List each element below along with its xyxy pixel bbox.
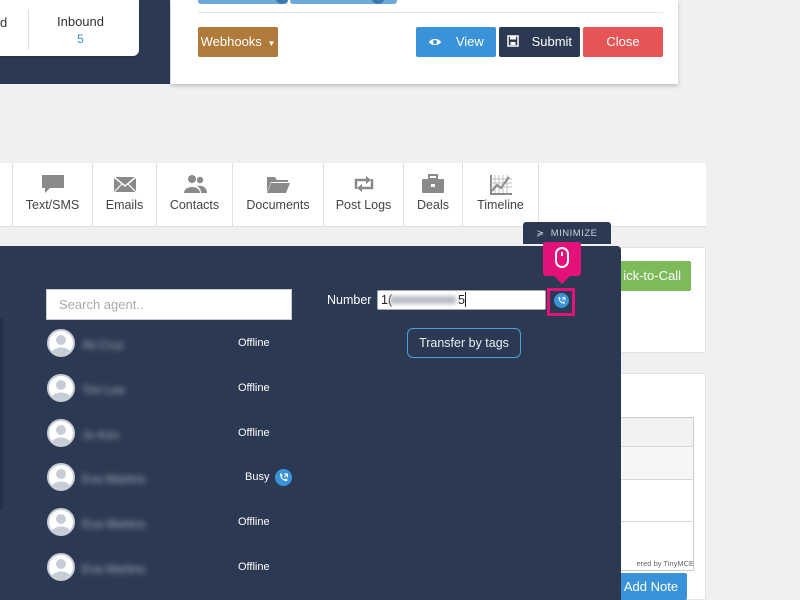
tab-label: Contacts [169, 198, 220, 212]
panel-divider [198, 12, 663, 13]
avatar [47, 329, 75, 357]
agent-status: Offline [238, 427, 270, 439]
avatar [47, 419, 75, 447]
stat-cut-label: d [0, 15, 8, 30]
tab-stub-left [198, 0, 288, 4]
user-icon [51, 559, 71, 579]
search-agent-input[interactable] [46, 289, 292, 320]
agent-status: Offline [238, 337, 270, 349]
tab-contacts[interactable]: Contacts [156, 163, 232, 226]
mouse-click-indicator [543, 242, 581, 276]
tinymce-branding[interactable]: ered by TinyMCE [614, 559, 694, 568]
indicator-pointer [554, 276, 570, 284]
mouse-icon [555, 247, 569, 268]
inbound-count[interactable]: 5 [28, 32, 133, 46]
agent-status: Offline [238, 561, 270, 573]
briefcase-icon [422, 174, 444, 193]
editor-toolbar-row [615, 447, 693, 479]
editor-divider [614, 479, 694, 480]
folder-icon [267, 177, 290, 193]
agent-status: Offline [238, 516, 270, 528]
number-suffix: 5 [458, 293, 465, 307]
agent-status: Busy [245, 471, 270, 483]
agent-status: Offline [238, 382, 270, 394]
avatar [47, 463, 75, 491]
submit-label: Submit [531, 34, 573, 49]
webhooks-dropdown-button[interactable]: Webhooks ▼ [198, 27, 278, 57]
agent-name[interactable]: Ali Cruz [82, 338, 202, 352]
tab-label: Post Logs [335, 198, 392, 212]
close-button[interactable]: Close [583, 27, 663, 57]
contacts-icon [183, 175, 207, 193]
user-icon [51, 380, 71, 400]
tab-label: Documents [246, 198, 310, 212]
save-icon [507, 35, 519, 47]
number-label: Number [327, 293, 372, 307]
agent-name[interactable]: Eva Martins [82, 472, 202, 486]
user-icon [51, 425, 71, 445]
tab-label: Deals [417, 198, 449, 212]
text-cursor [465, 292, 466, 307]
phone-transfer-icon[interactable] [275, 469, 292, 486]
eye-icon [429, 39, 442, 45]
retweet-icon [354, 176, 373, 192]
redacted-digits [390, 296, 456, 304]
avatar [47, 374, 75, 402]
envelope-icon [113, 176, 136, 193]
click-target-highlight [547, 288, 575, 316]
tab-label: Text/SMS [25, 198, 80, 212]
transfer-by-tags-button[interactable]: Transfer by tags [407, 328, 521, 358]
agent-name[interactable]: Eva Martins [82, 562, 202, 576]
view-label: View [455, 34, 484, 49]
tab-label: Timeline [477, 198, 524, 212]
agent-name[interactable]: Eva Martins [82, 517, 202, 531]
user-icon [51, 335, 71, 355]
caret-down-icon: ▼ [267, 39, 276, 48]
user-icon [51, 469, 71, 489]
webhooks-label: Webhooks [200, 34, 262, 49]
add-note-button[interactable]: Add Note [615, 573, 687, 600]
agent-name[interactable]: Jo Ken [82, 428, 202, 442]
chevron-double-down-icon: ≽ [536, 228, 545, 238]
timeline-chart-icon [489, 175, 512, 195]
avatar [47, 553, 75, 581]
tab-timeline[interactable]: Timeline [462, 163, 539, 226]
user-icon [51, 514, 71, 534]
chat-icon [41, 175, 64, 193]
submit-button[interactable]: Submit [499, 27, 580, 57]
close-label: Close [606, 34, 640, 49]
editor-divider [614, 521, 694, 522]
panel-edge [0, 318, 3, 510]
minimize-button[interactable]: ≽ MINIMIZE [523, 222, 611, 244]
tab-label: Emails [105, 198, 144, 212]
tab-documents[interactable]: Documents [232, 163, 323, 226]
editor-toolbar [615, 418, 693, 446]
agent-name[interactable]: Tim Lee [82, 383, 202, 397]
editor-divider [614, 446, 694, 447]
view-button[interactable]: View [416, 27, 496, 57]
inbound-label: Inbound [57, 14, 104, 29]
tab-deals[interactable]: Deals [403, 163, 462, 226]
tab-emails[interactable]: Emails [92, 163, 156, 226]
minimize-label: MINIMIZE [550, 228, 598, 239]
tab-text-sms[interactable]: Text/SMS [12, 163, 92, 226]
avatar [47, 508, 75, 536]
tab-post-logs[interactable]: Post Logs [323, 163, 403, 226]
